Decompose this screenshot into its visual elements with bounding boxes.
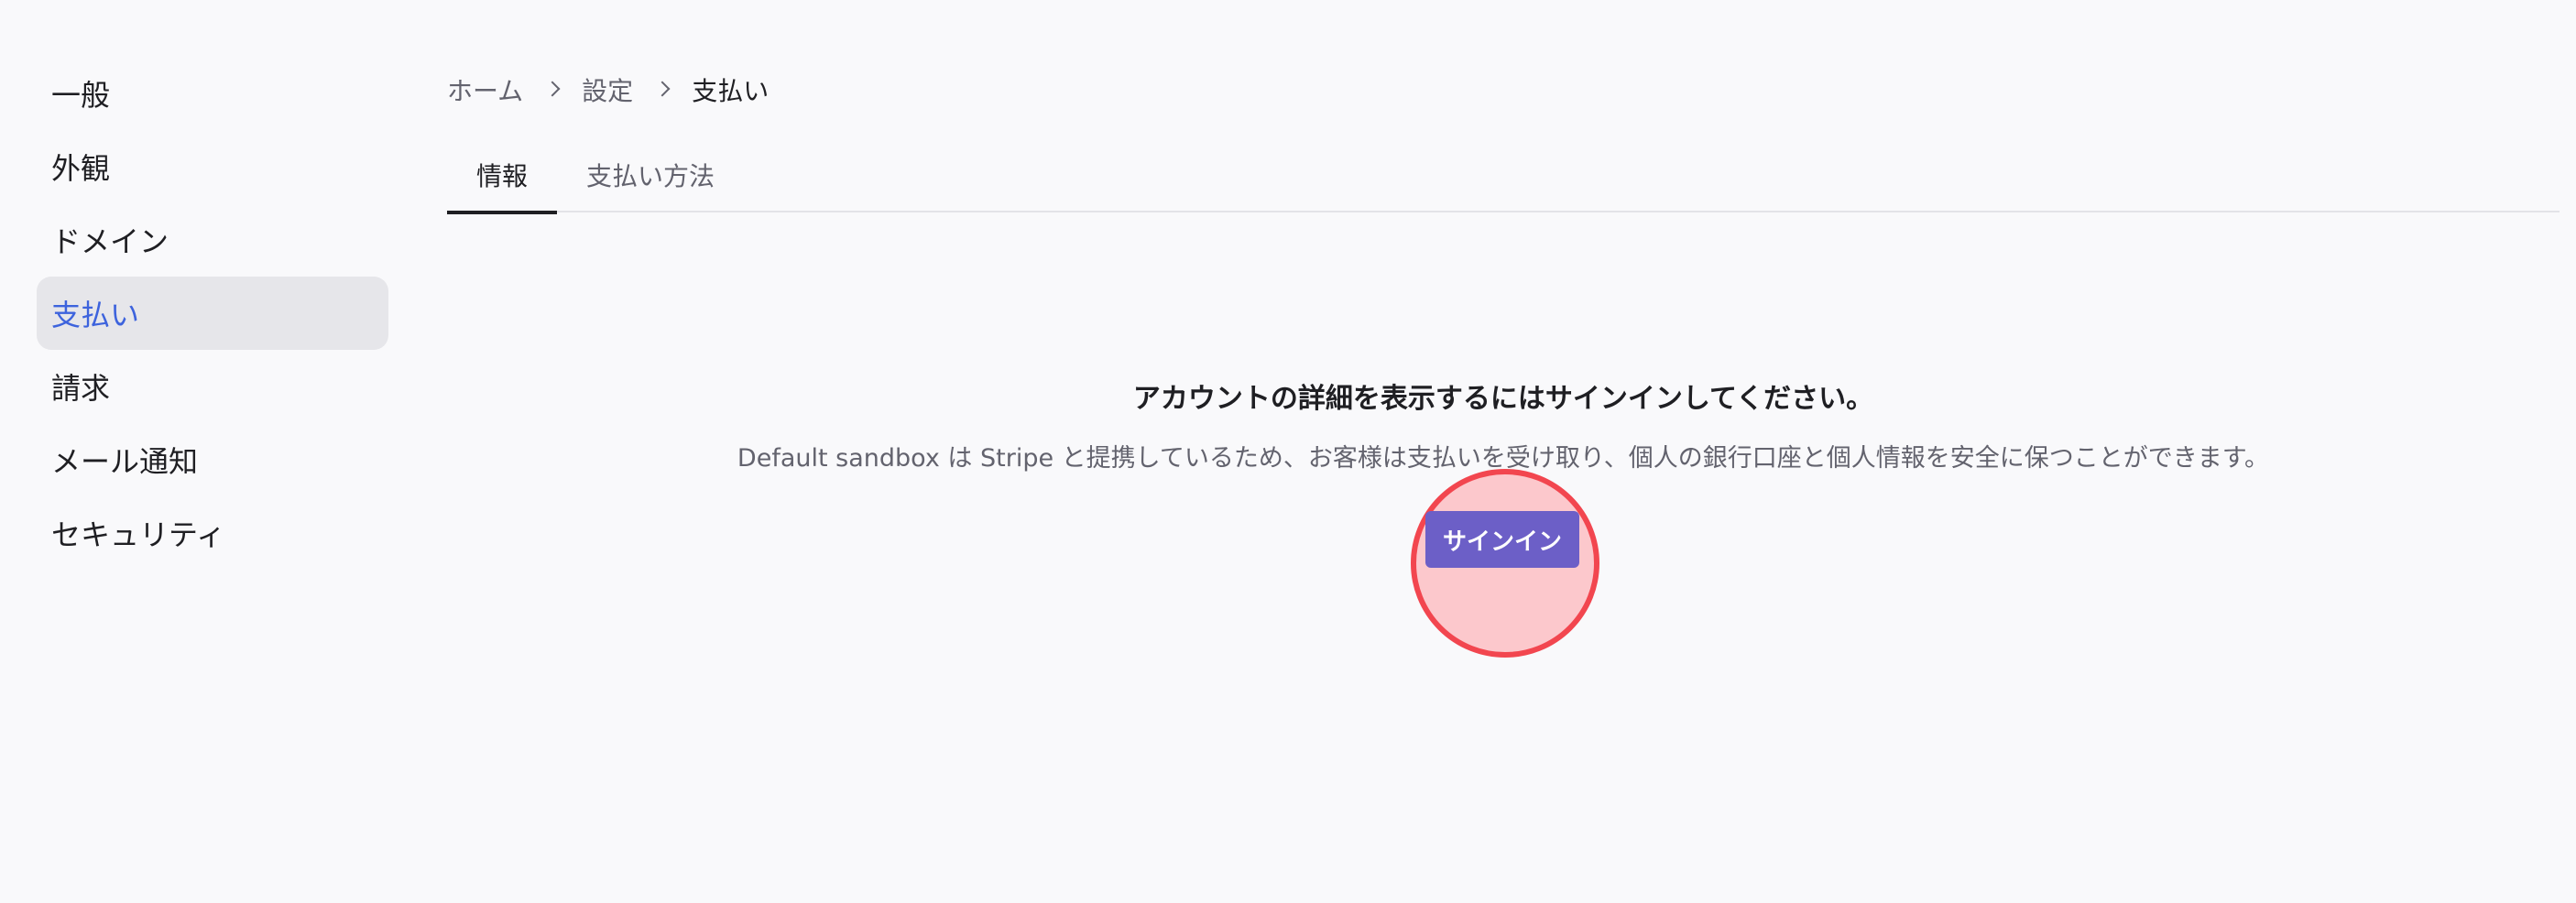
main-content: ホーム 設定 支払い 情報 支払い方法 アカウントの詳細を表示するにはサインイン… [447,0,2560,903]
signin-button[interactable]: サインイン [1425,511,1579,568]
sidebar-item-appearance[interactable]: 外観 [37,130,388,203]
chevron-right-icon [544,81,561,97]
signin-prompt: アカウントの詳細を表示するにはサインインしてください。 Default sand… [447,375,2560,473]
breadcrumb: ホーム 設定 支払い [447,71,769,108]
settings-sidebar: 一般 外観 ドメイン 支払い 請求 メール通知 セキュリティ [37,57,388,570]
sidebar-item-general[interactable]: 一般 [37,57,388,130]
tab-info[interactable]: 情報 [447,137,558,214]
breadcrumb-home[interactable]: ホーム [447,71,523,108]
chevron-right-icon [654,81,671,97]
breadcrumb-settings[interactable]: 設定 [582,71,633,108]
sidebar-item-domain[interactable]: ドメイン [37,203,388,277]
tab-payment-methods[interactable]: 支払い方法 [557,137,744,212]
signin-heading: アカウントの詳細を表示するにはサインインしてください。 [1132,383,1874,415]
sidebar-item-payments[interactable]: 支払い [37,277,388,350]
sidebar-item-billing[interactable]: 請求 [37,350,388,423]
tab-bar: 情報 支払い方法 [447,137,2560,214]
sidebar-item-email-notifications[interactable]: メール通知 [37,423,388,496]
sidebar-item-security[interactable]: セキュリティ [37,496,388,570]
breadcrumb-current: 支払い [692,76,770,106]
